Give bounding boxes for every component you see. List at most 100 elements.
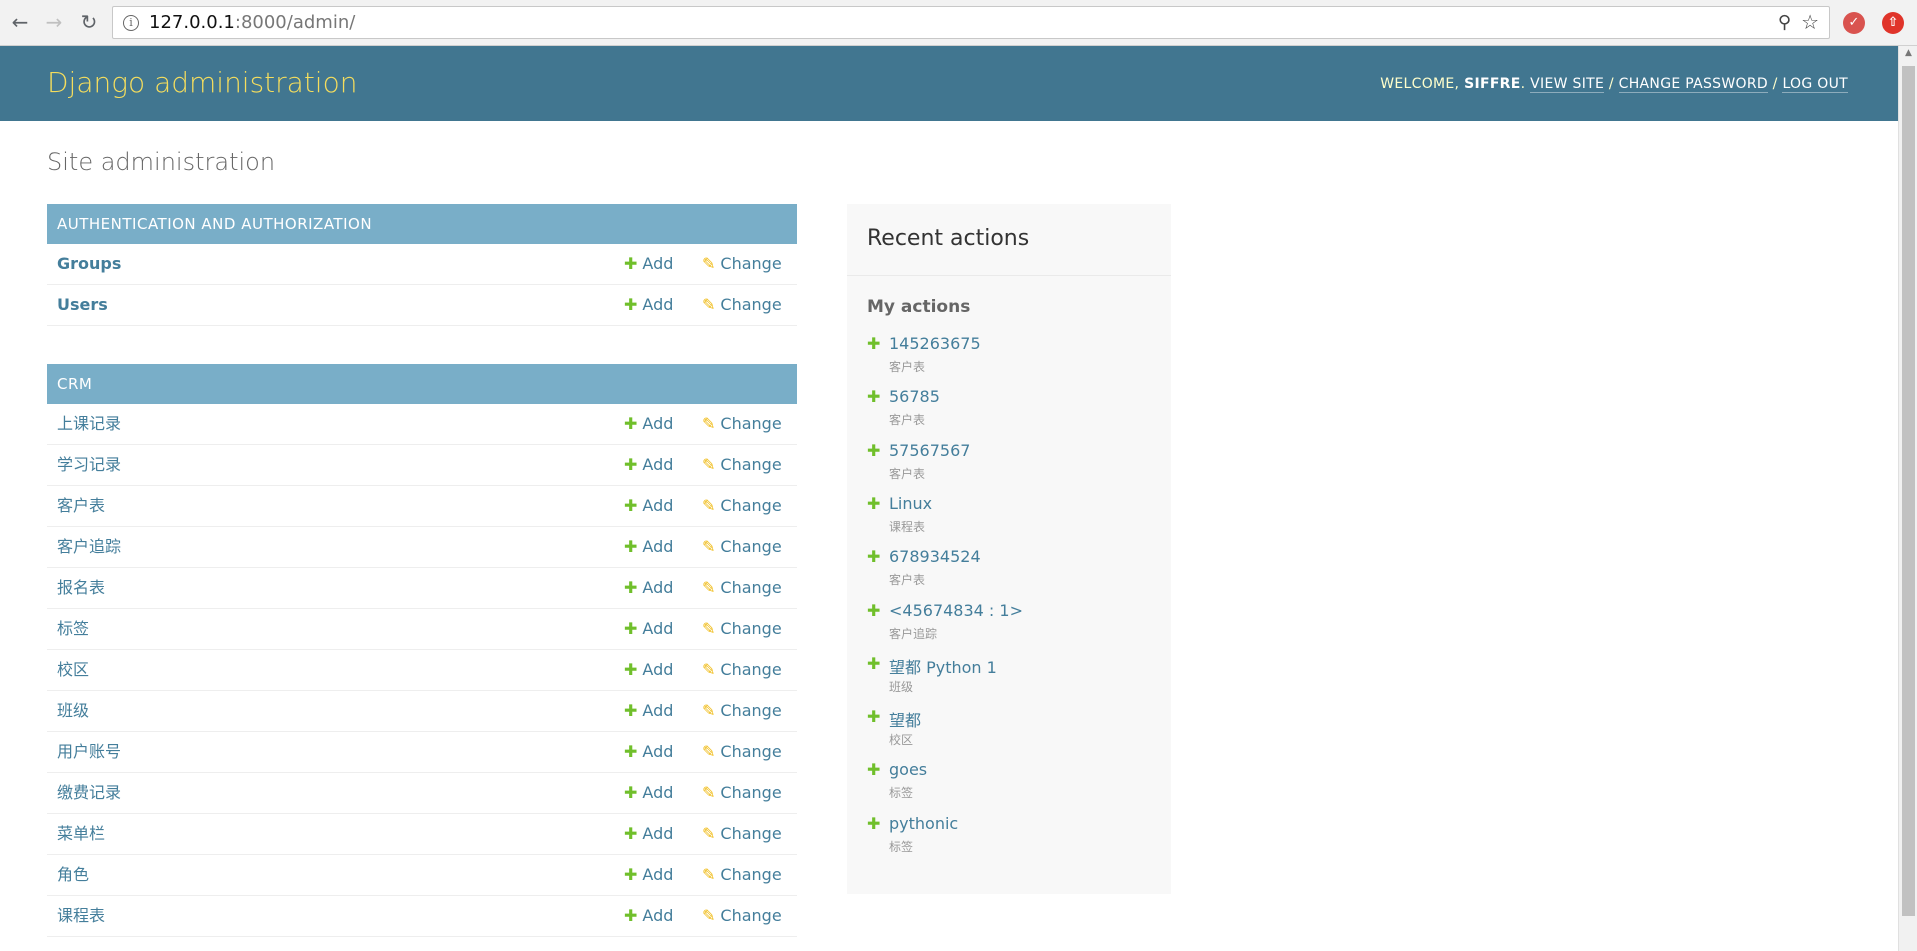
recent-action-type: 客户追踪 (889, 626, 938, 641)
add-link[interactable]: ✚ Add (624, 527, 673, 567)
addition-icon: ✚ (867, 440, 881, 460)
change-link[interactable]: ✎ Change (702, 814, 782, 854)
add-link[interactable]: ✚ Add (624, 609, 673, 649)
add-link[interactable]: ✚ Add (624, 568, 673, 608)
log-out-link[interactable]: LOG OUT (1782, 76, 1848, 93)
model-link[interactable]: 客户追踪 (57, 527, 121, 567)
recent-action-link[interactable]: 57567567 (889, 441, 970, 460)
model-link[interactable]: 学习记录 (57, 445, 121, 485)
address-bar[interactable]: i 127.0.0.1:8000/admin/ ⚲ ☆ (112, 6, 1830, 39)
change-link[interactable]: ✎ Change (702, 404, 782, 444)
add-link[interactable]: ✚ Add (624, 650, 673, 690)
extension-icon[interactable]: ✓ (1843, 12, 1865, 34)
recent-action-link[interactable]: 145263675 (889, 334, 981, 353)
model-link[interactable]: 缴费记录 (57, 773, 121, 813)
add-link[interactable]: ✚ Add (624, 404, 673, 444)
model-row: 客户表 ✚ Add ✎ Change (47, 486, 797, 527)
plus-icon: ✚ (624, 742, 638, 761)
pencil-icon: ✎ (702, 578, 716, 597)
add-link[interactable]: ✚ Add (624, 285, 673, 325)
recent-action-link[interactable]: pythonic (889, 814, 958, 833)
model-link[interactable]: 报名表 (57, 568, 105, 608)
scroll-thumb[interactable] (1902, 66, 1915, 916)
plus-icon: ✚ (624, 906, 638, 925)
pencil-icon: ✎ (702, 537, 716, 556)
pencil-icon: ✎ (702, 660, 716, 679)
model-link[interactable]: 标签 (57, 609, 89, 649)
recent-action-link[interactable]: goes (889, 760, 927, 779)
add-link[interactable]: ✚ Add (624, 814, 673, 854)
pencil-icon: ✎ (702, 619, 716, 638)
recent-action-link[interactable]: 望都 Python 1 (889, 654, 997, 678)
add-link[interactable]: ✚ Add (624, 896, 673, 936)
add-link[interactable]: ✚ Add (624, 691, 673, 731)
recent-action-type: 标签 (889, 786, 914, 801)
change-link[interactable]: ✎ Change (702, 773, 782, 813)
add-link[interactable]: ✚ Add (624, 244, 673, 284)
model-row: 客户追踪 ✚ Add ✎ Change (47, 527, 797, 568)
addition-icon: ✚ (867, 813, 881, 833)
zoom-icon[interactable]: ⚲ (1778, 7, 1791, 38)
bookmark-star-icon[interactable]: ☆ (1801, 7, 1819, 38)
model-link[interactable]: 用户账号 (57, 732, 121, 772)
view-site-link[interactable]: VIEW SITE (1530, 76, 1605, 93)
change-link[interactable]: ✎ Change (702, 445, 782, 485)
info-icon[interactable]: i (123, 15, 139, 31)
forward-arrow-icon[interactable]: → (42, 10, 66, 34)
model-link[interactable]: 菜单栏 (57, 814, 105, 854)
recent-action-type: 课程表 (889, 519, 926, 534)
change-link[interactable]: ✎ Change (702, 568, 782, 608)
change-link[interactable]: ✎ Change (702, 285, 782, 325)
model-row: 标签 ✚ Add ✎ Change (47, 609, 797, 650)
plus-icon: ✚ (624, 295, 638, 314)
add-link[interactable]: ✚ Add (624, 486, 673, 526)
recent-action-type: 客户表 (889, 360, 926, 374)
module-caption[interactable]: AUTHENTICATION AND AUTHORIZATION (47, 204, 797, 244)
change-link[interactable]: ✎ Change (702, 732, 782, 772)
change-link[interactable]: ✎ Change (702, 855, 782, 895)
add-link[interactable]: ✚ Add (624, 445, 673, 485)
model-row: 课程表 ✚ Add ✎ Change (47, 896, 797, 937)
change-link[interactable]: ✎ Change (702, 486, 782, 526)
recent-action-link[interactable]: 56785 (889, 387, 940, 406)
extension-icon[interactable]: ⇧ (1882, 12, 1904, 34)
recent-action-item: ✚ 56785 客户表 (867, 387, 1157, 437)
back-arrow-icon[interactable]: ← (8, 10, 32, 34)
change-link[interactable]: ✎ Change (702, 896, 782, 936)
model-link[interactable]: Groups (57, 244, 121, 284)
page-scrollbar[interactable]: ▲ (1898, 46, 1917, 951)
change-link[interactable]: ✎ Change (702, 527, 782, 567)
recent-action-link[interactable]: 望都 (889, 707, 921, 731)
add-link[interactable]: ✚ Add (624, 773, 673, 813)
model-link[interactable]: 客户表 (57, 486, 105, 526)
reload-icon[interactable]: ↻ (77, 10, 101, 34)
module-caption[interactable]: CRM (47, 364, 797, 404)
recent-action-item: ✚ 678934524 客户表 (867, 547, 1157, 597)
model-link[interactable]: 上课记录 (57, 404, 121, 444)
change-link[interactable]: ✎ Change (702, 691, 782, 731)
site-branding[interactable]: Django administration (47, 66, 357, 99)
pencil-icon: ✎ (702, 414, 716, 433)
change-password-link[interactable]: CHANGE PASSWORD (1618, 76, 1768, 93)
change-link[interactable]: ✎ Change (702, 244, 782, 284)
plus-icon: ✚ (624, 701, 638, 720)
add-link[interactable]: ✚ Add (624, 855, 673, 895)
model-link[interactable]: Users (57, 285, 108, 325)
recent-action-item: ✚ <45674834 : 1> 客户追踪 (867, 601, 1157, 651)
pencil-icon: ✎ (702, 496, 716, 515)
model-link[interactable]: 课程表 (57, 896, 105, 936)
model-link[interactable]: 角色 (57, 855, 89, 895)
add-link[interactable]: ✚ Add (624, 732, 673, 772)
recent-action-link[interactable]: <45674834 : 1> (889, 601, 1023, 620)
plus-icon: ✚ (624, 496, 638, 515)
model-row: 学习记录 ✚ Add ✎ Change (47, 445, 797, 486)
change-link[interactable]: ✎ Change (702, 609, 782, 649)
change-link[interactable]: ✎ Change (702, 650, 782, 690)
recent-action-link[interactable]: 678934524 (889, 547, 981, 566)
model-link[interactable]: 校区 (57, 650, 89, 690)
recent-action-type: 班级 (889, 679, 914, 694)
pencil-icon: ✎ (702, 742, 716, 761)
model-link[interactable]: 班级 (57, 691, 89, 731)
scroll-up-icon[interactable]: ▲ (1899, 48, 1917, 58)
recent-action-link[interactable]: Linux (889, 494, 932, 513)
